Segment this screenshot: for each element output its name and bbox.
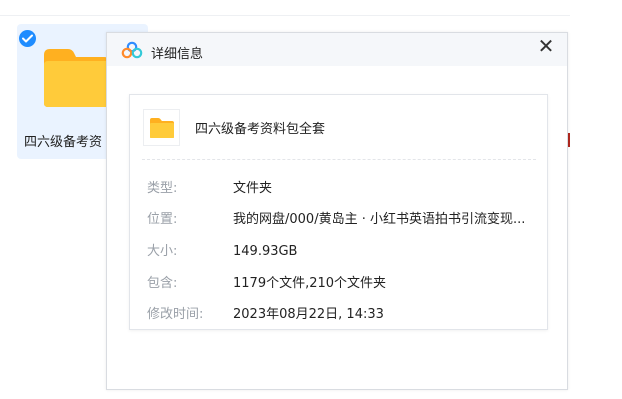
detail-value: 1179个文件,210个文件夹 bbox=[233, 276, 387, 291]
details-dialog: 详细信息 ✕ 四六级备考资料包全套 类型: 文件夹 位置: 我的网盘/000/黄… bbox=[106, 32, 568, 390]
details-card: 四六级备考资料包全套 类型: 文件夹 位置: 我的网盘/000/黄岛主 · 小红… bbox=[129, 94, 548, 330]
detail-label: 位置: bbox=[147, 212, 178, 227]
detail-label: 类型: bbox=[147, 181, 178, 196]
background-edge-mark bbox=[568, 133, 570, 147]
divider bbox=[142, 159, 536, 160]
baidu-netdisk-logo-icon bbox=[121, 41, 143, 59]
detail-label: 包含: bbox=[147, 276, 178, 291]
detail-value: 2023年08月22日, 14:33 bbox=[233, 307, 384, 322]
detail-label: 修改时间: bbox=[147, 307, 204, 322]
detail-value: 文件夹 bbox=[233, 181, 273, 196]
detail-value-location[interactable]: 我的网盘/000/黄岛主 · 小红书英语拍书引流变现... bbox=[233, 211, 525, 229]
detail-label: 大小: bbox=[147, 244, 178, 259]
dialog-title: 详细信息 bbox=[151, 47, 204, 62]
folder-icon bbox=[44, 49, 110, 107]
dialog-header: 详细信息 ✕ bbox=[107, 33, 567, 66]
selected-check-icon[interactable] bbox=[19, 30, 36, 47]
detail-value: 149.93GB bbox=[233, 244, 298, 259]
item-name: 四六级备考资料包全套 bbox=[195, 122, 326, 137]
top-divider bbox=[0, 15, 570, 16]
item-thumbnail bbox=[143, 109, 180, 146]
close-button[interactable]: ✕ bbox=[535, 35, 557, 57]
folder-icon bbox=[149, 117, 174, 138]
file-tile-label: 四六级备考资 bbox=[24, 135, 103, 150]
